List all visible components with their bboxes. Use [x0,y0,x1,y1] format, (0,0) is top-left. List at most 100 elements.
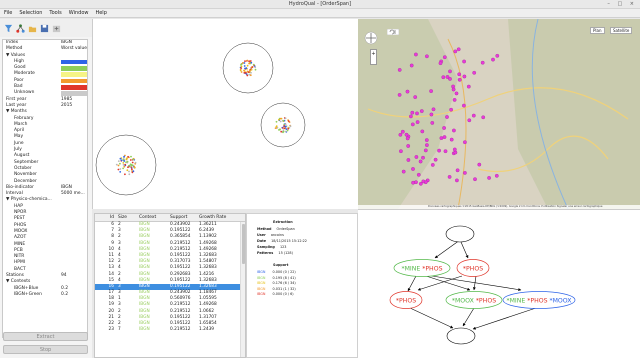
map-station-marker[interactable] [442,135,447,139]
map-station-marker[interactable] [451,84,455,89]
map-station-marker[interactable] [425,143,429,147]
map-station-marker[interactable] [421,179,426,184]
map-station-marker[interactable] [477,162,482,167]
export-icon[interactable] [52,24,61,33]
map-station-marker[interactable] [400,129,405,134]
graph-node-root[interactable] [445,225,475,243]
parameters-tree[interactable]: Index IBGN Method Worst value ▼ Values Hig… [2,39,88,338]
header-support[interactable]: Support [170,214,187,222]
map-station-marker[interactable] [452,98,457,102]
map-station-marker[interactable] [413,95,418,99]
map-station-marker[interactable] [437,148,441,153]
table-scrollbar[interactable] [240,222,245,357]
menu-selection[interactable]: Selection [19,10,42,16]
map-tab-satellite[interactable]: Satellite [610,27,633,34]
map-station-marker[interactable] [463,171,467,175]
value-color-swatch[interactable] [61,84,87,90]
map-station-marker[interactable] [455,178,459,183]
map-station-marker[interactable] [410,110,415,115]
map-station-marker[interactable] [419,109,424,113]
map-station-marker[interactable] [429,112,434,117]
header-size[interactable]: Size [118,214,127,222]
map-station-marker[interactable] [415,111,419,116]
map-station-marker[interactable] [409,114,413,119]
map-station-marker[interactable] [406,144,411,148]
map-station-marker[interactable] [453,49,458,54]
graph-node-leaf[interactable] [446,327,476,345]
map-pan-control[interactable] [364,31,378,45]
map-station-marker[interactable] [494,173,499,178]
map-station-marker[interactable] [409,63,414,68]
header-growth-rate[interactable]: Growth Rate [199,214,226,222]
map-station-marker[interactable] [462,103,466,108]
map-rotate-icon[interactable] [387,29,399,35]
menu-window[interactable]: Window [69,10,89,16]
map-station-marker[interactable] [406,158,411,162]
map-station-marker[interactable] [451,87,456,92]
map-station-marker[interactable] [442,126,446,130]
map-station-marker[interactable] [423,148,428,153]
menu-tools[interactable]: Tools [49,10,61,16]
map-station-marker[interactable] [425,54,429,59]
map-station-marker[interactable] [421,155,425,160]
map-station-marker[interactable] [467,118,472,123]
patterns-table[interactable]: Id Size Context Support Growth Rate 6 2 IB… [94,213,246,358]
map-station-marker[interactable] [449,137,454,142]
pattern-scatter-view[interactable] [92,19,358,209]
map-station-marker[interactable] [401,169,406,174]
extract-button[interactable]: Extract [3,332,88,341]
window-controls[interactable]: – □ × [607,0,637,9]
map-station-marker[interactable] [473,177,477,182]
map-station-marker[interactable] [433,157,438,162]
map-station-marker[interactable] [410,122,415,127]
map-station-marker[interactable] [438,61,443,66]
map-station-marker[interactable] [404,132,409,137]
table-row[interactable]: 23 7 IBGN 0.219512 1.2439 [95,327,245,333]
map-station-marker[interactable] [420,129,425,134]
pattern-lattice-graph[interactable]: *MINE *PHOS *PHOS *PHOS *MOOX *PHOS *MIN… [358,209,640,358]
map-station-marker[interactable] [453,150,458,155]
map-station-marker[interactable] [480,60,485,65]
map-zoom-control[interactable]: + [370,49,377,65]
header-id[interactable]: Id [104,214,114,222]
value-color-swatch[interactable] [61,65,87,71]
menu-file[interactable]: File [4,10,12,16]
map-station-marker[interactable] [445,115,449,119]
map-station-marker[interactable] [397,68,402,72]
map-station-marker[interactable] [481,115,486,120]
map-station-marker[interactable] [447,175,452,179]
map-station-marker[interactable] [397,93,402,97]
value-color-swatch[interactable] [61,72,87,77]
open-icon[interactable] [28,24,37,33]
stop-button[interactable]: Stop [3,345,88,354]
map-station-marker[interactable] [457,72,462,77]
map-station-marker[interactable] [448,69,452,74]
map-station-marker[interactable] [491,57,495,62]
map-station-marker[interactable] [456,47,461,52]
context-item[interactable]: IBGN+Green 0.2 [3,292,87,298]
map-station-marker[interactable] [449,107,453,112]
map-station-marker[interactable] [462,59,466,64]
map-station-marker[interactable] [414,155,419,159]
map-station-marker[interactable] [448,77,452,81]
map-station-marker[interactable] [424,138,429,142]
map-station-marker[interactable] [431,107,436,112]
value-color-swatch[interactable] [61,59,87,65]
map-station-marker[interactable] [411,167,415,171]
map-station-marker[interactable] [463,140,467,145]
map-station-marker[interactable] [414,52,418,57]
map-station-marker[interactable] [472,70,477,75]
map-station-marker[interactable] [495,53,500,58]
map-station-marker[interactable] [457,77,462,82]
map-station-marker[interactable] [418,159,423,164]
map-station-marker[interactable] [439,136,444,140]
map-station-marker[interactable] [452,147,457,152]
map-view[interactable]: + Plan Satellite Données cartographiques… [358,19,640,209]
map-station-marker[interactable] [443,149,448,154]
map-station-marker[interactable] [430,163,435,167]
table-scroll-thumb[interactable] [242,224,245,264]
map-station-marker[interactable] [405,136,410,141]
map-station-marker[interactable] [441,75,446,80]
save-icon[interactable] [40,24,49,33]
map-station-marker[interactable] [416,172,421,177]
